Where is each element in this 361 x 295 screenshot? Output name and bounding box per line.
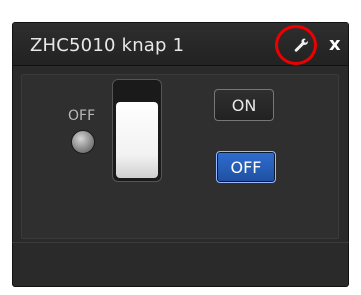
device-dialog: ZHC5010 knap 1 x: [12, 22, 349, 287]
toggle-switch[interactable]: [112, 79, 162, 182]
status-label: OFF: [68, 108, 96, 124]
on-button[interactable]: ON: [214, 89, 274, 121]
off-button[interactable]: OFF: [216, 151, 276, 183]
bottom-divider: [12, 242, 349, 243]
toggle-switch-knob[interactable]: [116, 102, 158, 178]
status-led-icon: [71, 130, 95, 154]
dialog-title: ZHC5010 knap 1: [30, 35, 185, 56]
title-bar: ZHC5010 knap 1 x: [13, 23, 348, 66]
wrench-icon[interactable]: [293, 37, 309, 53]
close-icon[interactable]: x: [329, 34, 341, 55]
control-area: [21, 74, 339, 239]
